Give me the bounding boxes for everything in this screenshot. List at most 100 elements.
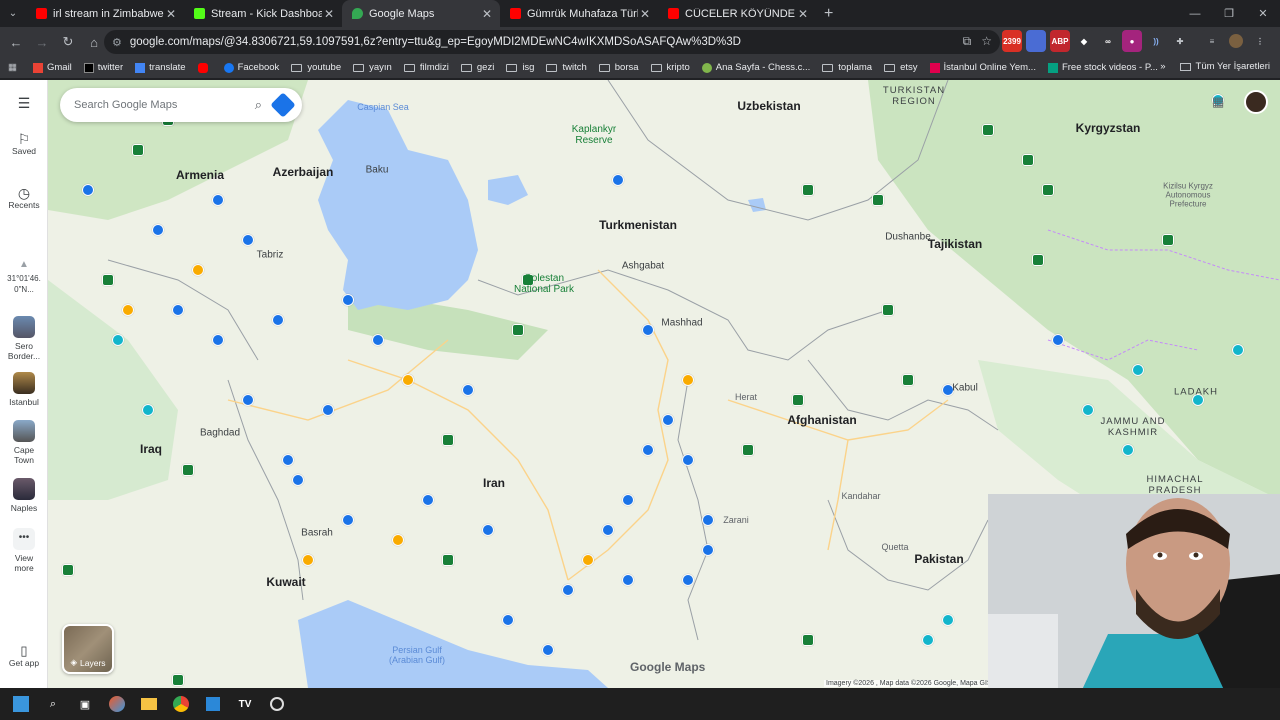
- park-pin[interactable]: [872, 194, 884, 206]
- place-pin[interactable]: [422, 494, 434, 506]
- place-pin[interactable]: [282, 454, 294, 466]
- layers-button[interactable]: ◈ Layers: [62, 624, 114, 674]
- park-pin[interactable]: [172, 674, 184, 686]
- close-icon[interactable]: ✕: [164, 7, 178, 21]
- translate-ext-icon[interactable]: [1026, 30, 1046, 52]
- install-app-icon[interactable]: ⧉: [963, 34, 972, 49]
- chevron-right-icon[interactable]: »: [1160, 61, 1165, 72]
- glasses-ext-icon[interactable]: ∞: [1098, 30, 1118, 52]
- search-icon[interactable]: ⌕: [42, 693, 64, 715]
- place-pin[interactable]: [612, 174, 624, 186]
- park-pin[interactable]: [442, 554, 454, 566]
- place-pin[interactable]: [482, 524, 494, 536]
- get-app-button[interactable]: ▯ Get app: [0, 644, 48, 668]
- google-apps-icon[interactable]: ▦: [1212, 94, 1224, 110]
- file-explorer-icon[interactable]: [138, 693, 160, 715]
- search-box[interactable]: Search Google Maps ⌕: [60, 88, 302, 122]
- search-icon[interactable]: ⌕: [255, 97, 262, 113]
- park-pin[interactable]: [802, 184, 814, 196]
- hamburger-menu-icon[interactable]: ☰: [0, 96, 48, 110]
- saved-button[interactable]: ⚐ Saved: [0, 132, 48, 156]
- park-pin[interactable]: [902, 374, 914, 386]
- park-pin[interactable]: [802, 634, 814, 646]
- bookmark-folder[interactable]: filmdizi: [403, 62, 449, 73]
- tab-2[interactable]: Google Maps ✕: [342, 0, 500, 27]
- puzzle-icon[interactable]: ✚: [1170, 30, 1190, 52]
- minimize-icon[interactable]: —: [1178, 0, 1212, 27]
- windows-start-icon[interactable]: [10, 693, 32, 715]
- reading-list-icon[interactable]: ≡: [1202, 30, 1222, 52]
- bookmark-star-icon[interactable]: ☆: [981, 34, 992, 49]
- park-pin[interactable]: [62, 564, 74, 576]
- bookmark-youtube-icon-only[interactable]: [197, 62, 212, 73]
- site-info-icon[interactable]: ⚙: [112, 36, 122, 49]
- view-more-button[interactable]: ••• View more: [0, 528, 48, 573]
- park-pin[interactable]: [1042, 184, 1054, 196]
- task-view-icon[interactable]: ▣: [74, 693, 96, 715]
- attraction-pin[interactable]: [112, 334, 124, 346]
- place-pin[interactable]: [1052, 334, 1064, 346]
- attraction-pin[interactable]: [1232, 344, 1244, 356]
- place-pin[interactable]: [662, 414, 674, 426]
- park-pin[interactable]: [1022, 154, 1034, 166]
- place-pin[interactable]: [292, 474, 304, 486]
- tab-1[interactable]: Stream - Kick Dashboard ✕: [184, 0, 342, 27]
- adblock-icon[interactable]: ABP: [1050, 30, 1070, 52]
- star-place-pin[interactable]: [682, 374, 694, 386]
- bookmark-folder[interactable]: yayın: [353, 62, 392, 73]
- menu-kebab-icon[interactable]: ⋮: [1250, 30, 1270, 52]
- store-icon[interactable]: [202, 693, 224, 715]
- park-pin[interactable]: [102, 274, 114, 286]
- recent-place-3[interactable]: Naples: [0, 478, 48, 513]
- attraction-pin[interactable]: [142, 404, 154, 416]
- place-pin[interactable]: [642, 444, 654, 456]
- park-pin[interactable]: [882, 304, 894, 316]
- chrome-icon[interactable]: [170, 693, 192, 715]
- bookmark-twitter[interactable]: twitter: [83, 62, 123, 73]
- bookmark-folder[interactable]: twitch: [546, 62, 587, 73]
- purple-ext-icon[interactable]: ●: [1122, 30, 1142, 52]
- star-place-pin[interactable]: [192, 264, 204, 276]
- recents-button[interactable]: ◷ Recents: [0, 186, 48, 210]
- attraction-pin[interactable]: [1082, 404, 1094, 416]
- place-pin[interactable]: [562, 584, 574, 596]
- bookmark-pexels[interactable]: Free stock videos - P...: [1047, 62, 1158, 73]
- place-pin[interactable]: [602, 524, 614, 536]
- recent-place-0[interactable]: Sero Border...: [0, 316, 48, 361]
- place-pin[interactable]: [242, 394, 254, 406]
- extension-badge-icon[interactable]: 2399: [1002, 30, 1022, 52]
- park-pin[interactable]: [1162, 234, 1174, 246]
- search-input[interactable]: Search Google Maps: [74, 99, 177, 111]
- address-bar[interactable]: ⚙ google.com/maps/@34.8306721,59.1097591…: [104, 30, 1000, 54]
- tradingview-icon[interactable]: TV: [234, 693, 256, 715]
- place-pin[interactable]: [622, 574, 634, 586]
- attraction-pin[interactable]: [922, 634, 934, 646]
- bookmark-facebook[interactable]: Facebook: [223, 62, 279, 73]
- directions-icon[interactable]: [270, 92, 296, 118]
- recent-coords[interactable]: ▲ 31°01'46. 0"N...: [0, 260, 48, 295]
- place-pin[interactable]: [152, 224, 164, 236]
- window-close-icon[interactable]: ✕: [1246, 0, 1280, 27]
- bookmark-folder[interactable]: etsy: [884, 62, 918, 73]
- tab-0[interactable]: irl stream in Zimbabwe zw - Yo✕: [26, 0, 184, 27]
- restore-icon[interactable]: ❐: [1212, 0, 1246, 27]
- profile-icon[interactable]: [1226, 30, 1246, 52]
- place-pin[interactable]: [212, 194, 224, 206]
- attraction-pin[interactable]: [1132, 364, 1144, 376]
- park-pin[interactable]: [182, 464, 194, 476]
- star-place-pin[interactable]: [122, 304, 134, 316]
- place-pin[interactable]: [502, 614, 514, 626]
- forward-icon[interactable]: →: [30, 30, 54, 54]
- park-pin[interactable]: [982, 124, 994, 136]
- park-pin[interactable]: [742, 444, 754, 456]
- place-pin[interactable]: [642, 324, 654, 336]
- star-place-pin[interactable]: [582, 554, 594, 566]
- park-pin[interactable]: [512, 324, 524, 336]
- place-pin[interactable]: [542, 644, 554, 656]
- place-pin[interactable]: [172, 304, 184, 316]
- new-tab-button[interactable]: +: [816, 0, 841, 27]
- apps-grid-icon[interactable]: ▦: [8, 62, 17, 73]
- close-icon[interactable]: ✕: [796, 7, 810, 21]
- reload-icon[interactable]: ↻: [56, 30, 80, 54]
- recent-place-1[interactable]: Istanbul: [0, 372, 48, 407]
